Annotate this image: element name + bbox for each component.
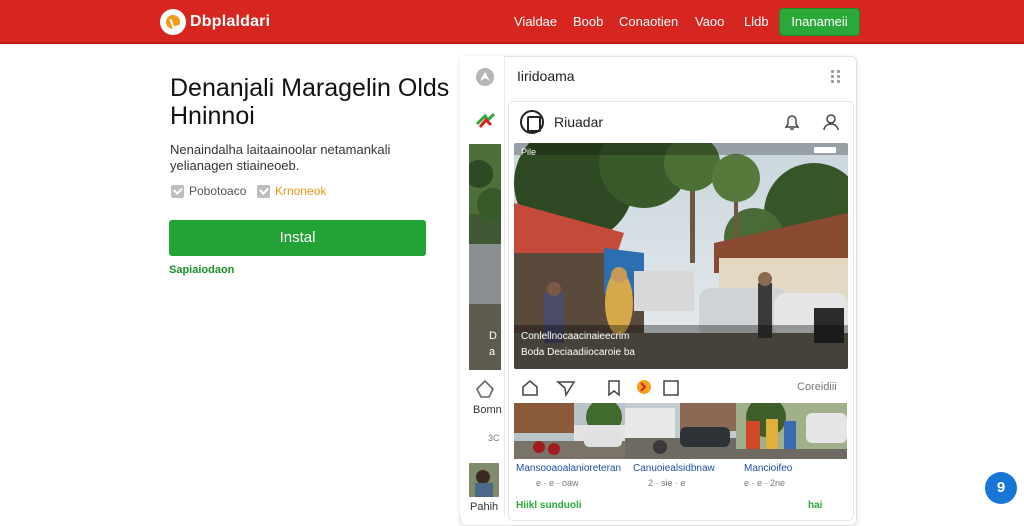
thumbnail-2[interactable] bbox=[625, 403, 736, 459]
side-label: Bomn bbox=[473, 404, 502, 416]
thumbnail-meta: e · e · oaw bbox=[536, 478, 579, 488]
side-thumbnail[interactable] bbox=[469, 463, 499, 497]
feature-label: Krnoneok bbox=[275, 184, 327, 198]
nav-item-1[interactable]: Vialdae bbox=[514, 14, 557, 29]
send-icon[interactable] bbox=[556, 378, 576, 398]
home-outline-icon[interactable] bbox=[474, 378, 496, 400]
card-footer-left[interactable]: Hiikl sunduoli bbox=[516, 500, 582, 511]
side-photo-overlay-text: D bbox=[489, 330, 497, 342]
top-navigation-bar bbox=[0, 0, 1024, 44]
nav-item-3[interactable]: Conaotien bbox=[619, 14, 678, 29]
reaction-icon[interactable] bbox=[634, 377, 654, 397]
thumbnail-meta: e · e · 2ne bbox=[744, 478, 786, 488]
flag-icon bbox=[475, 112, 496, 128]
header-cta-button[interactable]: Inanameii bbox=[779, 8, 860, 36]
brand[interactable]: Dbplaldari bbox=[160, 9, 270, 35]
side-label: Pahih bbox=[470, 501, 499, 513]
post-author[interactable]: Riuadar bbox=[554, 114, 603, 130]
thumbnail-caption[interactable]: Canuoiealsidbnaw bbox=[633, 463, 715, 474]
side-photo-overlay-text: a bbox=[489, 346, 496, 358]
feature-item-2: Krnoneok bbox=[257, 184, 326, 198]
feature-item-1: Pobotoaco bbox=[171, 184, 246, 198]
nav-item-5[interactable]: Lldb bbox=[744, 14, 769, 29]
thumbnail-1[interactable] bbox=[514, 403, 625, 459]
profile-icon[interactable] bbox=[821, 112, 841, 132]
feed-header-title: Iiridoama bbox=[517, 68, 575, 84]
hero-title: Denanjali Maragelin Olds Hninnoi bbox=[170, 74, 450, 130]
brand-name: Dbplaldari bbox=[190, 13, 271, 30]
thumbnail-caption[interactable]: Mansooaoalanioreteran bbox=[516, 463, 621, 474]
action-label[interactable]: Coreidiii bbox=[797, 381, 837, 393]
secondary-link[interactable]: Sapiaiodaon bbox=[169, 264, 234, 276]
floating-chat-button[interactable]: 9 bbox=[985, 472, 1017, 504]
photo-caption-line-1: Conlellnocaacinaieecrim bbox=[521, 331, 630, 342]
photo-status-text: Pile bbox=[521, 147, 537, 157]
square-icon[interactable] bbox=[661, 378, 681, 398]
author-avatar-icon[interactable] bbox=[520, 110, 544, 134]
bookmark-icon[interactable] bbox=[604, 378, 624, 398]
checkmark-icon bbox=[257, 184, 270, 198]
hero-description: Nenaindalha laitaainoolar netamankali ye… bbox=[170, 142, 391, 173]
home-icon[interactable] bbox=[520, 378, 540, 398]
thumbnail-3[interactable] bbox=[736, 403, 847, 459]
feature-label: Pobotoaco bbox=[189, 184, 247, 198]
bell-icon[interactable] bbox=[782, 112, 802, 132]
install-button[interactable]: Instal bbox=[169, 220, 426, 256]
side-meta: 3C bbox=[488, 433, 500, 443]
checkmark-icon bbox=[171, 184, 184, 198]
thumbnail-meta: 2 · sie · e bbox=[648, 478, 686, 488]
thumbnail-caption[interactable]: Mancioifeo bbox=[744, 463, 792, 474]
photo-caption-line-2: Boda Deciaadiiocaroie ba bbox=[521, 347, 635, 358]
brand-logo-icon bbox=[160, 9, 186, 35]
compass-icon[interactable] bbox=[474, 66, 496, 88]
grid-menu-icon[interactable] bbox=[831, 70, 843, 84]
card-footer-right[interactable]: hai bbox=[808, 500, 822, 511]
nav-item-4[interactable]: Vaoo bbox=[695, 14, 724, 29]
nav-item-2[interactable]: Boob bbox=[573, 14, 603, 29]
